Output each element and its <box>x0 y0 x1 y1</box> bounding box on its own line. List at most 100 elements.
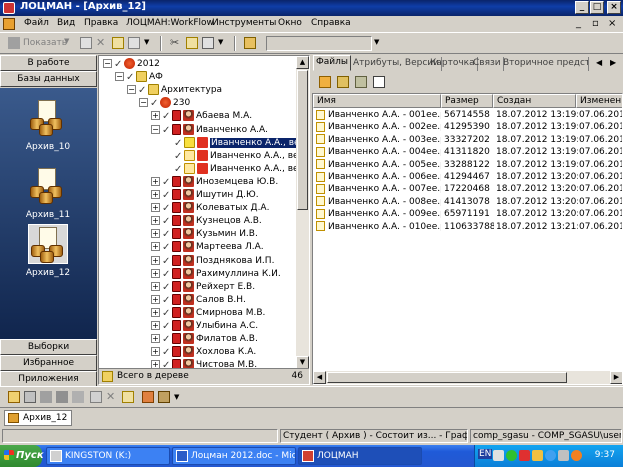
expand-toggle-icon[interactable]: + <box>151 268 160 278</box>
tree-view-icon[interactable] <box>337 76 349 88</box>
table-icon[interactable] <box>72 391 84 403</box>
expand-toggle-icon[interactable]: − <box>115 72 124 82</box>
tree-node[interactable]: ✓ Иванченко А.А., ве <box>163 136 301 151</box>
package-icon[interactable] <box>158 391 170 403</box>
tree-node[interactable]: − ✓ Иванченко А.А. <box>151 123 268 138</box>
tree-node[interactable]: + ✓ Позднякова И.П. <box>151 254 274 269</box>
expand-toggle-icon[interactable]: + <box>151 334 160 344</box>
columns-view-icon[interactable] <box>373 76 385 88</box>
table-row[interactable]: Иванченко А.А. - 009ee.pdf65971191 18.07.… <box>313 208 622 220</box>
tray-network-icon[interactable] <box>545 450 556 461</box>
tray-yellow-icon[interactable] <box>532 450 543 461</box>
task-lotsman[interactable]: ЛОЦМАН <box>298 447 422 465</box>
show-button[interactable]: Показать <box>23 38 67 48</box>
tree-node[interactable]: − ✓ АФ <box>115 71 163 85</box>
tray-safe-remove-icon[interactable] <box>571 450 582 461</box>
book-icon[interactable] <box>244 37 256 49</box>
tabs-right-arrow-icon[interactable]: ▶ <box>610 58 616 67</box>
tree-node[interactable]: + ✓ Рахимуллина К.И. <box>151 267 281 282</box>
nav-selections-button[interactable]: Выборки <box>0 339 97 355</box>
tree-node[interactable]: + ✓ Ишутин Д.Ю. <box>151 189 259 203</box>
tray-red-icon[interactable] <box>519 450 530 461</box>
title-bar[interactable]: ЛОЦМАН - [Архив_12] _ □ × <box>0 0 623 16</box>
clock[interactable]: 9:37 <box>595 450 615 460</box>
table-row[interactable]: Иванченко А.А. - 006ee.pdf41294467 18.07.… <box>313 171 622 183</box>
nav-databases-button[interactable]: Базы данных <box>0 71 97 87</box>
tree-node[interactable]: + ✓ Кузьмин И.В. <box>151 228 258 242</box>
expand-toggle-icon[interactable]: + <box>151 111 160 121</box>
start-button[interactable]: Пуск <box>0 445 44 467</box>
tree-node[interactable]: + ✓ Филатов А.В. <box>151 333 258 347</box>
expand-toggle-icon[interactable]: + <box>151 347 160 357</box>
expand-toggle-icon[interactable]: − <box>103 59 112 68</box>
language-indicator[interactable]: EN <box>478 449 493 459</box>
menu-workflow[interactable]: ЛОЦМАН:WorkFlow <box>126 18 214 28</box>
expand-toggle-icon[interactable]: + <box>151 294 160 304</box>
database-item-archive-10[interactable]: Архив_10 <box>18 98 78 152</box>
expand-toggle-icon[interactable]: + <box>151 216 160 226</box>
minimize-button[interactable]: _ <box>575 1 589 14</box>
database-item-archive-12[interactable]: Архив_12 <box>18 224 78 278</box>
paste-dropdown-icon[interactable]: ▼ <box>218 38 223 46</box>
table-row[interactable]: Иванченко А.А. - 001ee.pdf56714558 18.07.… <box>313 109 622 121</box>
table-row[interactable]: Иванченко А.А. - 003ee.pdf33327202 18.07.… <box>313 134 622 146</box>
menu-edit[interactable]: Правка <box>84 18 118 28</box>
column-header-name[interactable]: Имя <box>313 94 441 108</box>
link-icon[interactable] <box>142 391 154 403</box>
properties-icon[interactable] <box>128 37 140 49</box>
task-kingston[interactable]: KINGSTON (K:) <box>46 447 170 465</box>
tree-node[interactable]: + ✓ Улыбина А.С. <box>151 320 258 334</box>
copy-icon[interactable] <box>186 37 198 49</box>
expand-toggle-icon[interactable]: + <box>151 203 160 213</box>
menu-view[interactable]: Вид <box>57 18 75 28</box>
note-icon[interactable] <box>122 391 134 403</box>
expand-toggle-icon[interactable]: + <box>151 281 160 291</box>
edit-icon[interactable] <box>112 37 124 49</box>
scroll-up-icon[interactable]: ▲ <box>296 56 309 69</box>
table-row[interactable]: Иванченко А.А. - 008ee.pdf41413078 18.07.… <box>313 196 622 208</box>
tray-green-icon[interactable] <box>506 450 517 461</box>
expand-toggle-icon[interactable]: − <box>127 85 136 95</box>
files-grid[interactable]: Имя Размер Создан Изменен Иванченко А.А.… <box>312 93 623 385</box>
tree-node[interactable]: + ✓ Хохлова К.А. <box>151 346 256 360</box>
expand-toggle-icon[interactable]: + <box>151 176 160 186</box>
project-tree[interactable]: − ✓ 2012− ✓ АФ − ✓ Архитектура − ✓ 230 + ✓ Абаева М.А… <box>98 55 310 385</box>
folder-icon[interactable] <box>24 391 36 403</box>
filter-combo[interactable] <box>266 36 372 51</box>
nav-favorites-button[interactable]: Избранное <box>0 355 97 371</box>
scroll-right-icon[interactable]: ▶ <box>610 371 622 384</box>
maximize-button[interactable]: □ <box>590 1 604 14</box>
hscroll-thumb[interactable] <box>327 372 567 383</box>
column-header-modified[interactable]: Изменен <box>576 94 622 108</box>
remove-icon[interactable]: ✕ <box>106 390 118 403</box>
menu-help[interactable]: Справка <box>311 18 351 28</box>
expand-toggle-icon[interactable]: + <box>151 255 160 265</box>
nav-in-work-button[interactable]: В работе <box>0 55 97 71</box>
tree-node[interactable]: − ✓ Архитектура <box>127 84 222 98</box>
delete-icon[interactable]: ✕ <box>96 36 108 49</box>
tray-app-icon[interactable] <box>493 450 504 461</box>
package-dropdown-icon[interactable]: ▼ <box>174 393 179 401</box>
properties-dropdown-icon[interactable]: ▼ <box>144 38 149 46</box>
database-item-archive-11[interactable]: Архив_11 <box>18 166 78 220</box>
tree-node[interactable]: + ✓ Колеватых Д.А. <box>151 202 269 216</box>
task-word-document[interactable]: Лоцман 2012.doc - Micro... <box>172 447 296 465</box>
tree-node[interactable]: + ✓ Салов В.Н. <box>151 293 246 308</box>
close-button[interactable]: × <box>607 1 621 14</box>
tab-links[interactable]: Связи <box>471 57 504 71</box>
expand-toggle-icon[interactable]: + <box>151 190 160 199</box>
table-row[interactable]: Иванченко А.А. - 010ee.pdf11063378818.07… <box>313 221 622 233</box>
folder-open-icon[interactable] <box>8 391 20 403</box>
expand-toggle-icon[interactable]: + <box>151 307 160 317</box>
grid-icon[interactable] <box>56 391 68 403</box>
tree-node[interactable]: + ✓ Мартеева Л.А. <box>151 241 264 255</box>
menu-file[interactable]: Файл <box>24 18 49 28</box>
doc-close-button[interactable]: × <box>608 18 616 29</box>
tab-files[interactable]: Файлы <box>313 55 351 71</box>
doc-minimize-button[interactable]: _ <box>576 18 581 29</box>
tree-scrollbar[interactable]: ▲ ▼ <box>296 56 309 369</box>
tree-node[interactable]: + ✓ Смирнова М.В. <box>151 306 265 321</box>
menu-window[interactable]: Окно <box>278 18 302 28</box>
nav-applications-button[interactable]: Приложения <box>0 371 97 387</box>
expand-toggle-icon[interactable]: − <box>139 98 148 108</box>
